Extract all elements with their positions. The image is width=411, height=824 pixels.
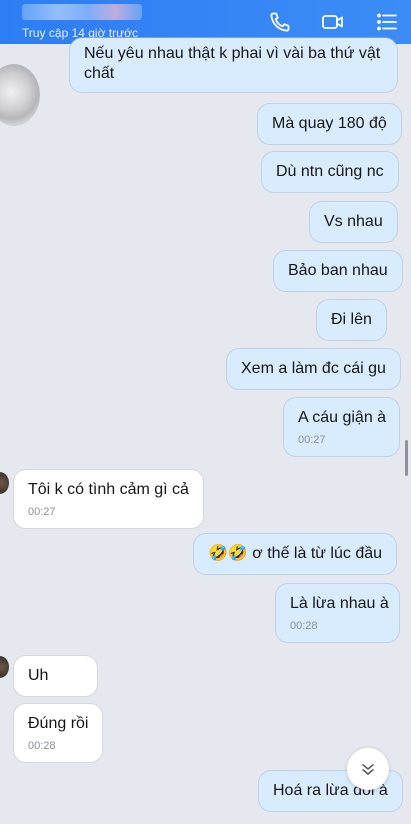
contact-name-blurred[interactable]	[22, 4, 142, 20]
message-text: Đúng rồi	[28, 715, 89, 732]
scroll-to-bottom-button[interactable]	[347, 748, 389, 790]
message-bubble-mine[interactable]: Đi lên	[317, 300, 386, 340]
message-text: Nếu yêu nhau thật k phai vì vài ba thứ v…	[84, 45, 381, 82]
message-text: Mà quay 180 độ	[272, 115, 387, 132]
message-time: 00:27	[298, 434, 326, 446]
message-bubble-mine[interactable]: Vs nhau	[310, 202, 397, 242]
message-text: 🤣🤣 ơ thế là từ lúc đầu	[208, 545, 383, 562]
message-bubble-mine[interactable]: Là lừa nhau à 00:28	[276, 584, 399, 642]
chevron-double-down-icon	[362, 764, 374, 775]
scrollbar[interactable]	[405, 440, 408, 476]
message-bubble-mine[interactable]: Bảo ban nhau	[274, 251, 402, 291]
message-bubble-theirs[interactable]: Đúng rồi 00:28	[14, 704, 102, 762]
message-bubble-theirs[interactable]: Uh	[14, 656, 97, 696]
phone-icon[interactable]	[268, 10, 292, 34]
message-text: Uh	[28, 667, 49, 684]
message-text: Tôi k có tình cảm gì cả	[28, 481, 189, 498]
message-bubble-mine[interactable]: Mà quay 180 độ	[258, 104, 401, 144]
message-bubble-mine[interactable]: Nếu yêu nhau thật k phai vì vài ba thứ v…	[70, 38, 397, 92]
message-text: A cáu giận à	[298, 409, 387, 426]
message-bubble-mine[interactable]: A cáu giận à 00:27	[284, 398, 399, 456]
message-time: 00:28	[290, 620, 318, 632]
message-time: 00:28	[28, 740, 56, 752]
contact-avatar[interactable]	[0, 656, 9, 678]
message-bubble-mine[interactable]: 🤣🤣 ơ thế là từ lúc đầu	[194, 534, 397, 574]
message-text: Đi lên	[331, 311, 372, 328]
contact-avatar[interactable]	[0, 472, 9, 494]
message-text: Dù ntn cũng nc	[276, 163, 384, 180]
message-bubble-mine[interactable]: Xem a làm đc cái gu	[227, 349, 400, 389]
message-text: Là lừa nhau à	[290, 595, 389, 612]
menu-icon[interactable]	[375, 10, 399, 34]
video-icon[interactable]	[321, 10, 345, 34]
contact-avatar[interactable]	[0, 64, 40, 126]
message-text: Bảo ban nhau	[288, 262, 388, 279]
message-bubble-theirs[interactable]: Tôi k có tình cảm gì cả 00:27	[14, 470, 203, 528]
message-text: Vs nhau	[324, 213, 383, 230]
message-bubble-mine[interactable]: Dù ntn cũng nc	[262, 152, 398, 192]
message-time: 00:27	[28, 506, 56, 518]
message-text: Xem a làm đc cái gu	[241, 360, 386, 377]
